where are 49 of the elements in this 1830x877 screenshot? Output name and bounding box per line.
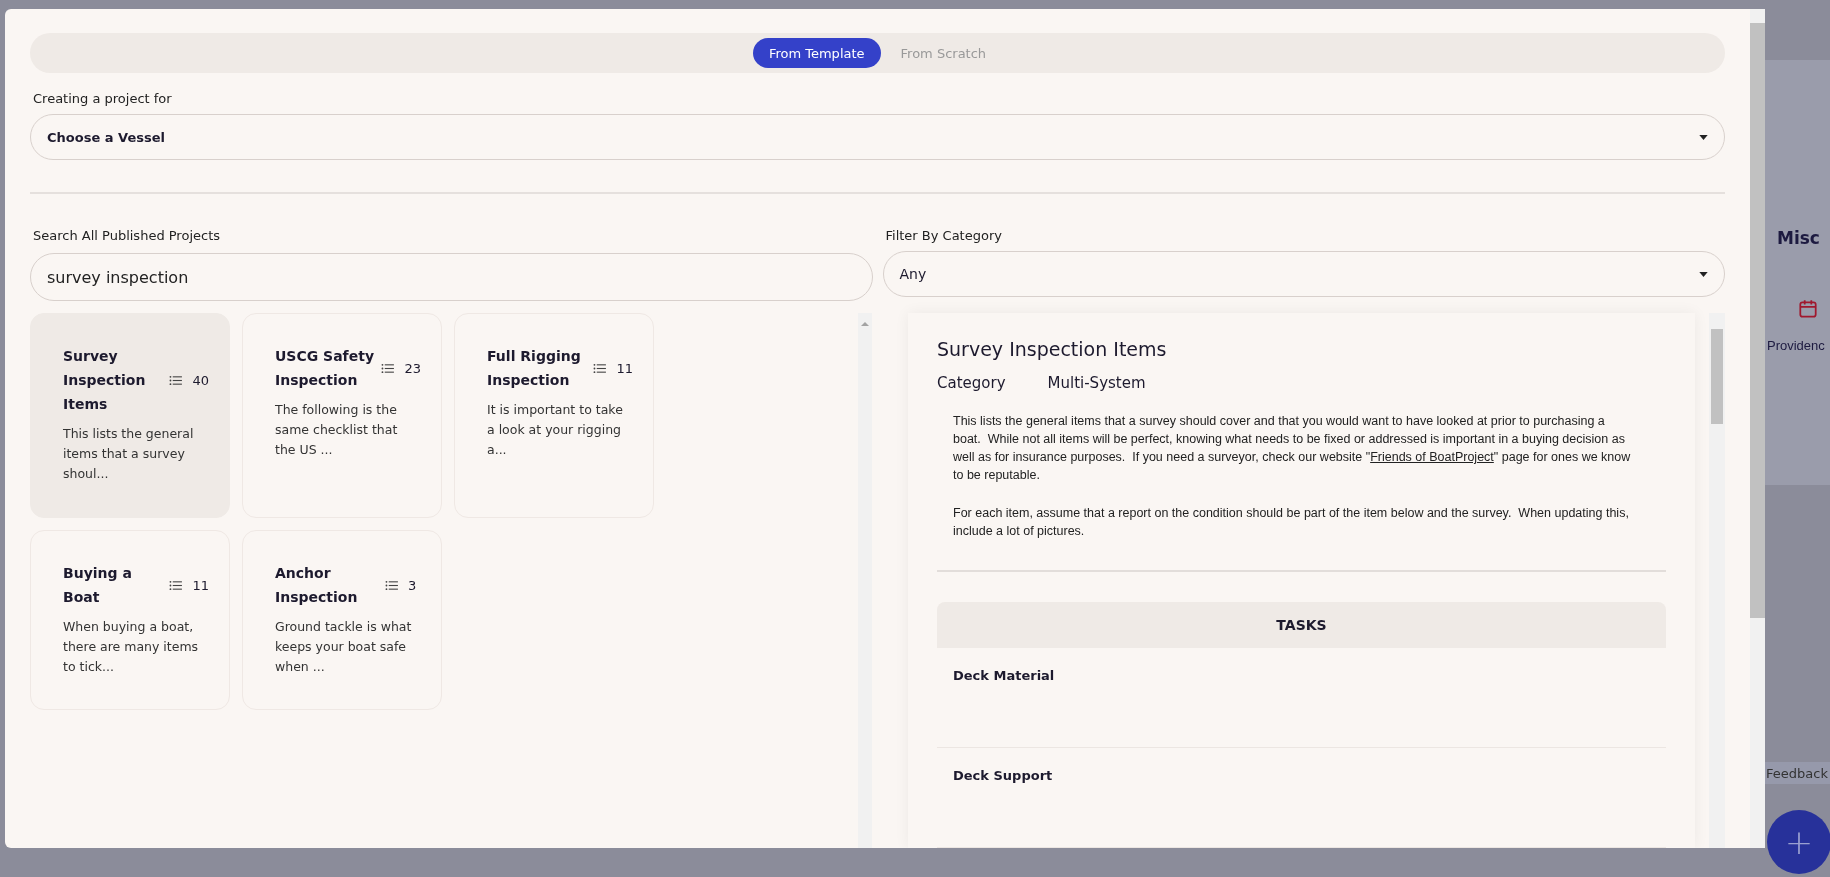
- detail-title: Survey Inspection Items: [937, 338, 1168, 360]
- project-card[interactable]: Anchor Inspection 3 Ground tackle is what keeps your boat safe when ...: [242, 530, 442, 710]
- task-count: 11: [192, 577, 209, 593]
- project-description: The following is the same checklist that the US ...: [275, 401, 399, 459]
- task-row[interactable]: Deck Support: [937, 748, 1666, 848]
- project-description: Ground tackle is what keeps your boat safe when ...: [275, 618, 413, 676]
- list-icon: [169, 374, 183, 386]
- feedback-button[interactable]: Feedback: [1762, 762, 1830, 784]
- project-description: It is important to take a look at your rigging a...: [487, 401, 624, 459]
- field-label: Filter By Category: [885, 228, 1003, 243]
- list-icon: [169, 579, 183, 591]
- project-title: USCG Safety Inspection: [275, 347, 376, 390]
- add-button[interactable]: +: [1767, 810, 1830, 874]
- project-description: When buying a boat, there are many items to tick...: [63, 618, 200, 676]
- field-label: Creating a project for: [33, 91, 173, 106]
- project-card[interactable]: Full Rigging Inspection 11 It is important to take a look at your rigging a...: [454, 313, 654, 518]
- caret-icon: [1699, 271, 1708, 277]
- category-label: Category: [937, 374, 1006, 392]
- field-label: Search All Published Projects: [33, 228, 221, 243]
- scrollbar[interactable]: [1750, 9, 1765, 848]
- project-description: This lists the general items that a survey shoul...: [63, 425, 195, 483]
- caret-icon: [1699, 134, 1708, 140]
- task-count: 11: [616, 360, 633, 376]
- category-value: Multi-System: [1047, 374, 1146, 392]
- mode-tab[interactable]: From Template: [752, 38, 881, 68]
- task-count: 23: [404, 360, 421, 376]
- list-icon: [385, 579, 398, 591]
- project-title: Survey Inspection Items: [63, 347, 147, 414]
- description-paragraph: For each item, assume that a report on the condition should be part of the item below and the survey. When updating this, include a lot of pictures.: [953, 505, 1630, 540]
- project-title: Buying a Boat: [63, 564, 133, 607]
- calendar-icon: [1797, 298, 1819, 320]
- description-paragraph: This lists the general items that a survey should cover and that you would want to have looked at prior to purchasing a boat. While not all items will be perfect, knowing what needs to be fixed or addressed is important in a buying decision as well as for insurance purposes. If you need a surveyor, check our website "Friends of BoatProject" page for ones we know to be reputable.: [953, 413, 1632, 484]
- project-card[interactable]: USCG Safety Inspection 23 The following is the same checklist that the US ...: [242, 313, 442, 518]
- website-link[interactable]: Friends of BoatProject: [1370, 450, 1494, 464]
- task-row[interactable]: Deck Material: [937, 648, 1666, 749]
- scrollbar[interactable]: [1709, 313, 1725, 848]
- project-card[interactable]: Buying a Boat 11 When buying a boat, there are many items to tick...: [30, 530, 230, 710]
- project-title: Anchor Inspection: [275, 564, 359, 607]
- project-title: Full Rigging Inspection: [487, 347, 582, 390]
- task-count: 40: [192, 372, 209, 388]
- list-icon: [593, 362, 607, 374]
- location-text: Providenc: [1767, 338, 1825, 353]
- scrollbar[interactable]: [858, 313, 872, 848]
- card-heading: Misc: [1777, 228, 1820, 248]
- task-count: 3: [408, 577, 417, 593]
- list-icon: [381, 362, 395, 374]
- tasks-header: TASKS: [937, 602, 1666, 649]
- project-card[interactable]: Survey Inspection Items 40 This lists the general items that a survey shoul...: [30, 313, 230, 518]
- search-field[interactable]: survey inspection: [30, 253, 873, 301]
